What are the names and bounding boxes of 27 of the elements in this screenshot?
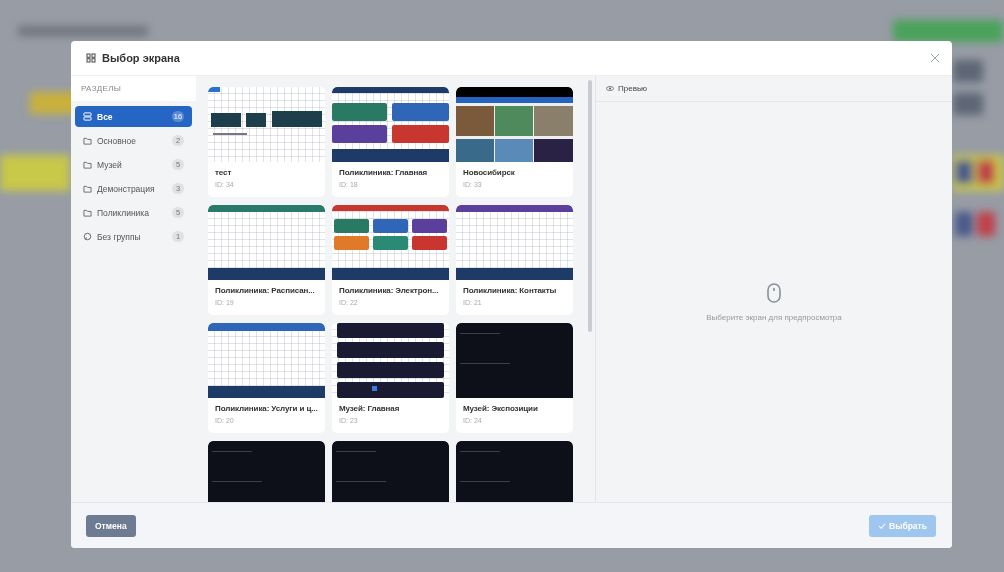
folder-icon xyxy=(83,184,92,193)
stack-icon xyxy=(83,112,92,121)
blurred-highlighted-row xyxy=(0,155,70,191)
cancel-button[interactable]: Отмена xyxy=(86,514,136,537)
screen-title: Музей: Экспозиции xyxy=(462,403,539,413)
screen-title: Музей: Главная xyxy=(338,403,401,413)
preview-heading: Превью xyxy=(618,84,648,93)
folder-icon xyxy=(83,136,92,145)
mouse-icon xyxy=(767,282,781,303)
eye-icon xyxy=(606,86,614,91)
close-icon[interactable] xyxy=(930,53,940,63)
section-heading: РАЗДЕЛЫ xyxy=(81,84,122,93)
folder-icon xyxy=(83,160,92,169)
empty-state-text: Выберите экран для предпросмотра xyxy=(706,312,842,322)
screen-title: тест xyxy=(214,167,233,177)
scrollbar[interactable] xyxy=(588,80,592,332)
screens-icon xyxy=(86,53,96,63)
screen-title: Поликлиника: Услуги и ц... xyxy=(214,403,319,413)
check-icon xyxy=(878,522,887,529)
dialog-title: Выбор экрана xyxy=(102,52,181,64)
folder-icon xyxy=(83,208,92,217)
screen-title: Поликлиника: Электрон... xyxy=(338,285,440,295)
screen-title: Новосибирск xyxy=(462,167,516,177)
screen-title: Поликлиника: Контакты xyxy=(462,285,558,295)
screen-title: Поликлиника: Расписан... xyxy=(214,285,316,295)
screen-title: Поликлиника: Главная xyxy=(338,167,429,177)
unlink-icon xyxy=(83,232,92,241)
